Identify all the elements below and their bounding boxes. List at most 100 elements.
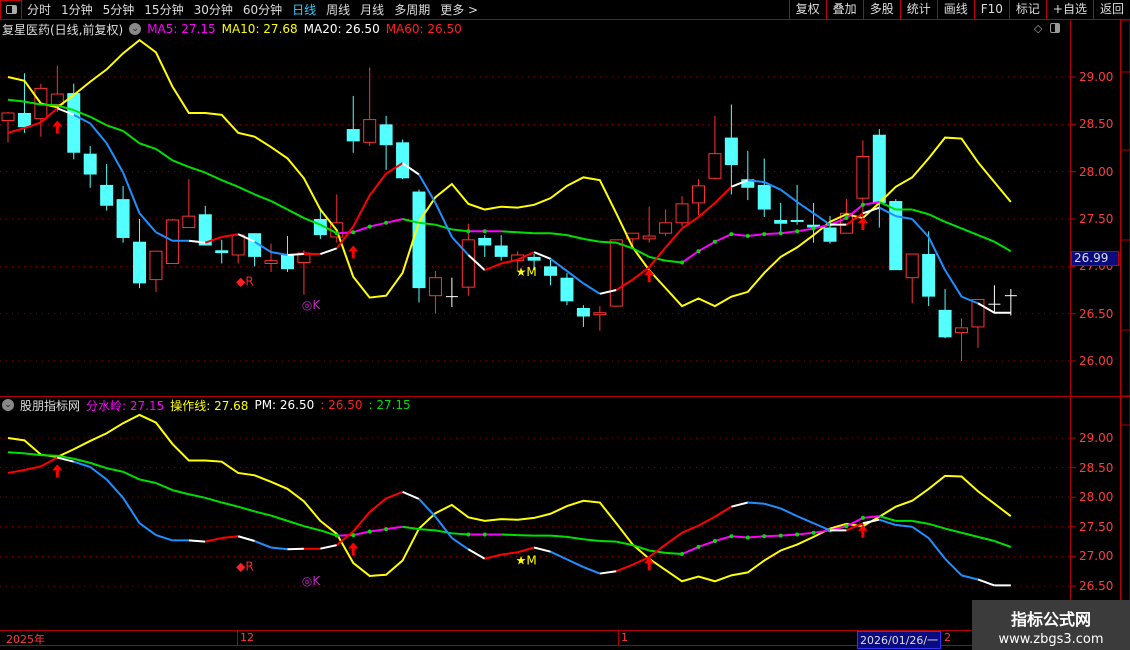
watershed-segment-main	[599, 240, 617, 244]
pm-segment-indicator	[155, 534, 173, 542]
candle-up	[461, 239, 475, 288]
watershed-segment-main	[287, 208, 305, 219]
watershed-segment-main	[188, 165, 206, 174]
watershed-dot-indicator	[680, 552, 685, 557]
watershed-segment-indicator	[665, 551, 683, 556]
candle-down	[478, 237, 492, 246]
pm-segment-indicator	[599, 570, 617, 575]
pm-segment-indicator	[550, 550, 568, 561]
watershed-segment-indicator	[188, 493, 206, 499]
watershed-segment-indicator	[501, 533, 518, 537]
candle-down	[379, 124, 393, 146]
pm-segment-indicator	[731, 501, 749, 508]
date-label-year: 2025年	[6, 633, 45, 646]
selected-date: 2026/01/26/一	[857, 631, 942, 649]
watershed-dot-main	[712, 239, 717, 244]
watershed-segment-main	[501, 230, 518, 234]
watershed-segment-main	[928, 213, 946, 223]
candle-down	[544, 266, 558, 276]
watershed-segment-main	[204, 171, 223, 182]
pm-segment-main	[434, 202, 453, 238]
side-tab	[1120, 19, 1130, 73]
kline-chart[interactable]: ◆R ◎K ★M ◆R ◎K ★M	[0, 0, 1130, 650]
pm-segment-main	[320, 247, 338, 255]
pm-segment-indicator	[40, 456, 58, 468]
watershed-segment-main	[977, 234, 995, 243]
watershed-dot-main	[696, 249, 701, 254]
watershed-segment-indicator	[172, 489, 190, 496]
watershed-segment-indicator	[122, 470, 140, 481]
watershed-segment-indicator	[583, 538, 600, 543]
watershed-segment-indicator	[813, 529, 831, 534]
candle-down	[872, 134, 886, 203]
pm-segment-indicator	[927, 537, 946, 560]
pm-segment-indicator	[977, 578, 995, 587]
up-arrow-icon	[52, 120, 63, 134]
watershed-segment-indicator	[270, 514, 288, 522]
watershed-dot-indicator	[696, 544, 701, 549]
watershed-segment-main	[665, 259, 683, 264]
pm-segment-main	[138, 212, 157, 233]
watershed-dot-main	[466, 229, 471, 234]
pm-segment-indicator	[237, 535, 255, 542]
signal-label-main: ★M	[516, 265, 537, 279]
signal-label-indicator: ◎K	[302, 574, 321, 588]
pm-segment-indicator	[402, 490, 420, 500]
pm-segment-indicator	[89, 466, 108, 481]
watershed-segment-main	[911, 208, 929, 216]
candle-up	[955, 327, 969, 334]
pm-segment-indicator	[188, 539, 206, 543]
axis-tick-label: 27.50	[1079, 519, 1114, 534]
watershed-segment-main	[697, 240, 716, 253]
pm-segment-indicator	[287, 547, 304, 551]
axis-tick-label: 29.00	[1079, 70, 1114, 84]
pm-segment-main	[352, 194, 371, 228]
watershed-segment-main	[254, 193, 272, 202]
pm-segment-indicator	[254, 540, 272, 549]
watershed-dot-main	[367, 224, 372, 229]
candle-up	[428, 277, 442, 297]
watershed-segment-main	[221, 179, 239, 188]
watershed-segment-indicator	[797, 531, 814, 536]
side-tab	[1120, 239, 1130, 331]
candle-down	[215, 250, 229, 254]
candle-down	[790, 219, 804, 222]
watermark-title: 指标公式网	[1010, 610, 1091, 629]
watershed-segment-main	[336, 231, 354, 235]
watershed-dot-indicator	[712, 539, 717, 544]
pm-segment-indicator	[566, 558, 584, 568]
pm-segment-indicator	[665, 531, 683, 546]
watershed-segment-main	[681, 250, 700, 264]
watershed-segment-indicator	[451, 532, 469, 536]
axis-tick-label: 26.50	[1079, 306, 1114, 321]
axis-tick-label: 26.00	[1079, 354, 1114, 368]
pm-segment-indicator	[105, 478, 124, 499]
watershed-segment-indicator	[385, 525, 403, 531]
watershed-segment-main	[237, 185, 256, 196]
candle-up	[149, 250, 163, 281]
pm-segment-indicator	[467, 548, 486, 560]
pm-segment-main	[7, 127, 25, 134]
watershed-segment-indicator	[402, 525, 420, 531]
watershed-segment-main	[155, 148, 173, 162]
watershed-segment-main	[747, 233, 765, 238]
candle-up	[609, 239, 623, 307]
watershed-segment-main	[451, 228, 469, 233]
watershed-segment-main	[944, 220, 962, 230]
watershed-dot-main	[384, 220, 389, 225]
watershed-dot-main	[762, 232, 767, 237]
pm-segment-indicator	[418, 498, 437, 518]
pm-segment-main	[287, 253, 304, 256]
candle-up	[363, 119, 377, 143]
axis-tick-label: 26.50	[1079, 579, 1114, 593]
pm-segment-indicator	[615, 563, 634, 573]
pm-segment-indicator	[385, 490, 403, 500]
watershed-dot-main	[778, 231, 783, 236]
watershed-segment-main	[731, 233, 748, 238]
watershed-segment-indicator	[731, 535, 748, 539]
watershed-segment-main	[270, 200, 288, 211]
candle-up	[691, 185, 705, 204]
watershed-segment-main	[550, 232, 568, 237]
watershed-segment-indicator	[764, 534, 781, 538]
up-arrow-icon	[857, 524, 868, 538]
